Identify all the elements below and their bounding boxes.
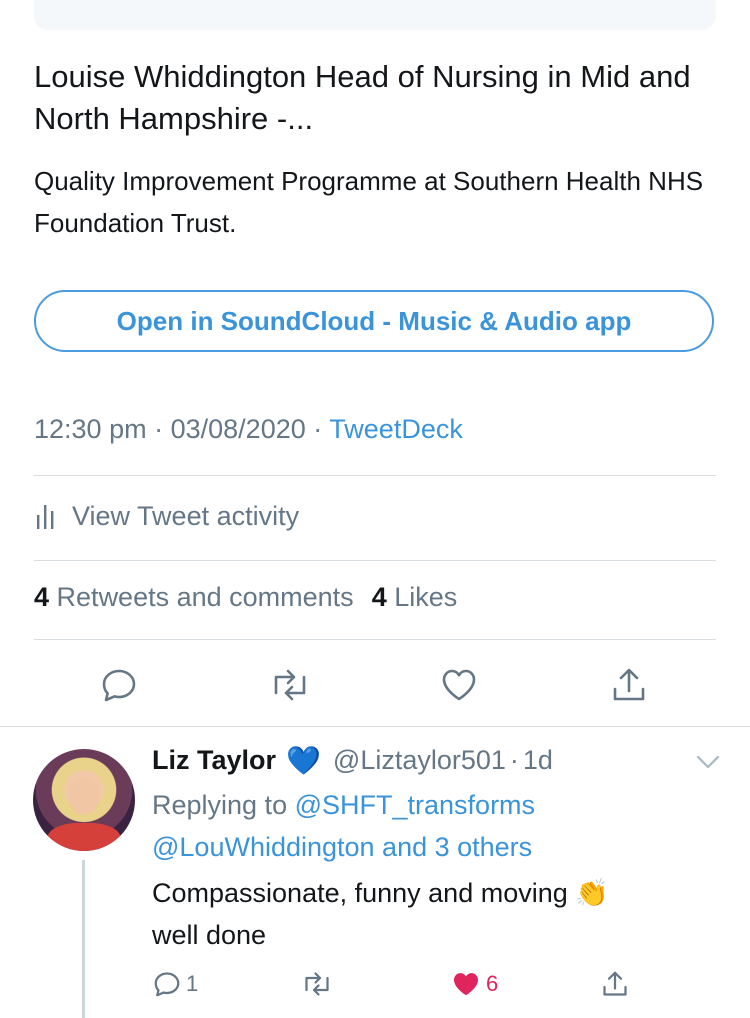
heart-filled-icon — [454, 973, 478, 996]
likes-label: Likes — [394, 582, 458, 612]
tweet-stats: 4 Retweets and comments 4 Likes — [34, 582, 457, 613]
card-title[interactable]: Louise Whiddington Head of Nursing in Mi… — [34, 56, 714, 140]
like-button[interactable] — [434, 660, 484, 710]
divider — [0, 726, 750, 727]
share-icon — [603, 971, 627, 996]
clapping-emoji: 👏 — [575, 878, 609, 908]
share-icon — [613, 668, 645, 701]
divider — [34, 475, 716, 476]
avatar[interactable] — [33, 749, 135, 851]
chevron-down-icon — [696, 755, 720, 769]
like-count: 6 — [486, 971, 499, 996]
divider — [34, 560, 716, 561]
retweets-stat[interactable]: 4 Retweets and comments — [34, 582, 354, 613]
reply-text: Compassionate, funny and moving 👏 well d… — [152, 872, 692, 956]
bar-chart-icon — [37, 505, 54, 529]
avatar-face — [69, 777, 99, 815]
replying-to: Replying to @SHFT_transforms @LouWhiddin… — [152, 784, 692, 868]
retweets-count: 4 — [34, 582, 50, 612]
tweet-date: 03/08/2020 — [170, 414, 306, 444]
retweets-label: Retweets and comments — [56, 582, 354, 612]
reply-dot: · — [509, 745, 519, 775]
avatar-shirt — [47, 823, 121, 851]
retweet-icon — [274, 669, 306, 701]
reply-action-bar: 1 6 — [152, 962, 652, 1006]
meta-separator: · — [154, 414, 164, 444]
view-activity-link[interactable]: View Tweet activity — [34, 496, 299, 536]
reply-count: 1 — [186, 971, 199, 996]
like-icon — [442, 669, 476, 701]
reply-header: Liz Taylor 💙 @Liztaylor501 · 1d — [152, 744, 553, 777]
tweet-source-link[interactable]: TweetDeck — [329, 414, 463, 444]
retweet-button[interactable] — [265, 660, 315, 710]
reply-icon — [154, 972, 180, 997]
reply-retweet-button[interactable] — [300, 962, 334, 1006]
reply-icon — [102, 669, 136, 702]
tweet-meta: 12:30 pm · 03/08/2020 · TweetDeck — [34, 414, 463, 445]
meta-separator: · — [313, 414, 323, 444]
reply-button[interactable] — [94, 660, 144, 710]
open-in-app-button[interactable]: Open in SoundCloud - Music & Audio app — [34, 290, 714, 352]
reply-author-name[interactable]: Liz Taylor — [152, 745, 276, 776]
reply-author-handle[interactable]: @Liztaylor501 — [333, 745, 506, 776]
mention-link[interactable]: @SHFT_transforms — [295, 790, 535, 820]
reply-text-line: well done — [152, 920, 267, 950]
card-description: Quality Improvement Programme at Souther… — [34, 166, 704, 238]
divider — [34, 639, 716, 640]
mention-link[interactable]: @LouWhiddington and 3 others — [152, 832, 532, 862]
reply-text-line: Compassionate, funny and moving — [152, 878, 568, 908]
likes-count: 4 — [371, 582, 387, 612]
reply-time: 1d — [522, 745, 553, 775]
reply-reply-button[interactable]: 1 — [152, 962, 198, 1006]
previous-card-edge — [34, 0, 716, 30]
retweet-icon — [305, 972, 329, 996]
reply-share-button[interactable] — [600, 962, 630, 1006]
verified-heart-badge: 💙 — [286, 745, 321, 776]
tweet-time: 12:30 pm — [34, 414, 147, 444]
tweet-action-bar — [34, 660, 716, 710]
thread-line — [82, 860, 85, 1018]
reply-like-button[interactable]: 6 — [450, 962, 498, 1006]
share-button[interactable] — [604, 660, 654, 710]
view-activity-label: View Tweet activity — [72, 500, 300, 531]
likes-stat[interactable]: 4 Likes — [372, 582, 458, 613]
reply-menu-button[interactable] — [694, 752, 722, 777]
replying-prefix: Replying to — [152, 790, 288, 820]
